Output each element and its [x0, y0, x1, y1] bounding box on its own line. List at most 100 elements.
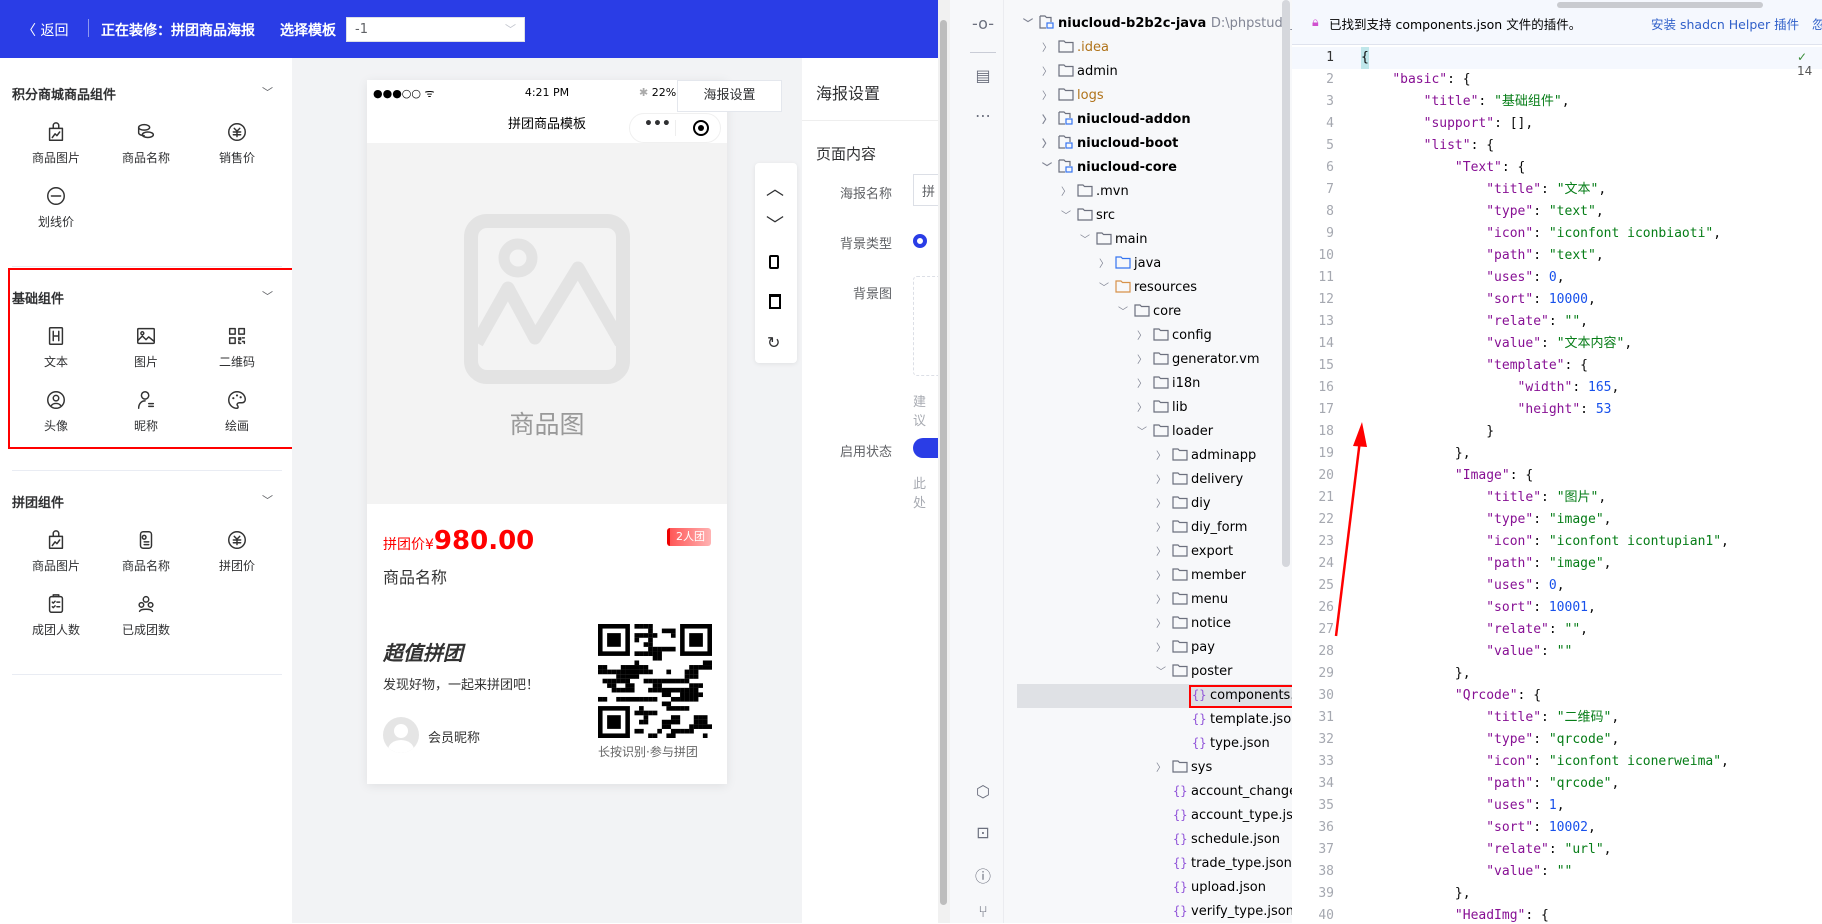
component-goods-name[interactable]: 商品名称	[106, 121, 186, 166]
code-line[interactable]: "type": "qrcode",	[1361, 729, 1619, 751]
tree-item[interactable]: {} verify_type.json	[1156, 900, 1292, 923]
tree-item[interactable]: ﹀ resources	[1099, 276, 1197, 300]
chevron-right-icon[interactable]: 〉	[1156, 757, 1172, 781]
chevron-right-icon[interactable]: 〉	[1156, 589, 1172, 613]
component-goods-image[interactable]: 商品图片	[16, 121, 96, 166]
tree-item[interactable]: 〉 delivery	[1156, 468, 1243, 492]
tree-item[interactable]: {} schedule.json	[1156, 828, 1280, 852]
install-plugin-link[interactable]: 安装 shadcn Helper 插件	[1651, 14, 1799, 33]
bg-image-upload[interactable]	[913, 276, 938, 376]
tree-item[interactable]: {} trade_type.json	[1156, 852, 1292, 876]
tree-item[interactable]: 〉 niucloud-addon	[1042, 108, 1191, 132]
chevron-down-icon[interactable]: ﹀	[1042, 157, 1058, 181]
chevron-right-icon[interactable]: 〉	[1156, 565, 1172, 589]
code-line[interactable]: "template": {	[1361, 355, 1588, 377]
tree-item[interactable]: ﹀ main	[1080, 228, 1147, 252]
component-goods-name2[interactable]: 商品名称	[106, 529, 186, 574]
bg-type-radio[interactable]	[913, 234, 927, 248]
chevron-right-icon[interactable]: 〉	[1156, 541, 1172, 565]
git-branch-icon[interactable]: ⑂	[972, 902, 994, 924]
chevron-right-icon[interactable]: 〉	[1099, 253, 1115, 277]
chevron-right-icon[interactable]: 〉	[1156, 637, 1172, 661]
chevron-right-icon[interactable]: 〉	[1061, 181, 1077, 205]
code-line[interactable]: "path": "image",	[1361, 553, 1611, 575]
code-line[interactable]: "value": ""	[1361, 861, 1572, 883]
tree-item[interactable]: 〉 menu	[1156, 588, 1228, 612]
chevron-right-icon[interactable]: 〉	[1042, 109, 1058, 133]
close-target-icon[interactable]	[693, 120, 709, 136]
code-line[interactable]: "icon": "iconfont iconbiaoti",	[1361, 223, 1721, 245]
chevron-right-icon[interactable]: 〉	[1156, 445, 1172, 469]
tree-item[interactable]: 〉 .mvn	[1061, 180, 1129, 204]
tree-item[interactable]: {} template.json	[1175, 708, 1292, 732]
tree-item[interactable]: 〉 diy_form	[1156, 516, 1247, 540]
component-price[interactable]: 拼团价	[197, 529, 277, 574]
chevron-right-icon[interactable]: 〉	[1137, 373, 1153, 397]
tree-item[interactable]: 〉 sys	[1156, 756, 1212, 780]
back-button[interactable]: 〈 返回	[22, 20, 68, 40]
code-line[interactable]: "title": "二维码",	[1361, 707, 1619, 729]
mini-program-capsule[interactable]: •••	[629, 113, 721, 143]
chevron-right-icon[interactable]: 〉	[1137, 349, 1153, 373]
chevron-right-icon[interactable]: 〉	[1156, 469, 1172, 493]
code-line[interactable]: "Qrcode": {	[1361, 685, 1541, 707]
code-line[interactable]: "type": "text",	[1361, 201, 1603, 223]
chevron-right-icon[interactable]: 〉	[1137, 325, 1153, 349]
editor-h-scrollbar[interactable]	[1557, 2, 1763, 8]
tree-scrollbar[interactable]	[1282, 0, 1290, 567]
code-line[interactable]: "list": {	[1361, 135, 1494, 157]
chevron-right-icon[interactable]: 〉	[1137, 397, 1153, 421]
chevron-right-icon[interactable]: 〉	[1042, 133, 1058, 157]
code-line[interactable]: "support": [],	[1361, 113, 1534, 135]
tree-item[interactable]: ﹀ poster	[1156, 660, 1232, 684]
code-line[interactable]: "icon": "iconfont icontupian1",	[1361, 531, 1729, 553]
code-line[interactable]: },	[1361, 883, 1471, 905]
chevron-down-icon[interactable]: ﹀	[262, 492, 273, 508]
tree-item[interactable]: 〉 logs	[1042, 84, 1104, 108]
code-line[interactable]: "value": ""	[1361, 641, 1572, 663]
structure-icon[interactable]: ▤	[972, 66, 994, 88]
code-line[interactable]: "type": "image",	[1361, 509, 1611, 531]
more-tools-icon[interactable]: ⋯	[972, 106, 994, 128]
tree-item[interactable]: ﹀ src	[1061, 204, 1115, 228]
tree-item[interactable]: ﹀ niucloud-b2b2c-java D:\phpstudy_pro\	[1023, 12, 1292, 36]
chevron-right-icon[interactable]: 〉	[1156, 493, 1172, 517]
code-line[interactable]: "sort": 10002,	[1361, 817, 1596, 839]
component-goods-image[interactable]: 商品图片	[16, 529, 96, 574]
copy-icon[interactable]	[769, 255, 779, 269]
chevron-down-icon[interactable]: ﹀	[1118, 301, 1134, 325]
tree-item[interactable]: 〉 member	[1156, 564, 1246, 588]
tree-item[interactable]: {} type.json	[1175, 732, 1270, 756]
code-line[interactable]: "height": 53	[1361, 399, 1612, 421]
tree-item[interactable]: 〉 generator.vm	[1137, 348, 1260, 372]
ignore-link[interactable]: 忽	[1812, 14, 1822, 33]
run-services-icon[interactable]: ⬡	[972, 782, 994, 804]
code-line[interactable]: {	[1361, 47, 1369, 69]
code-line[interactable]: "value": "文本内容",	[1361, 333, 1632, 355]
code-line[interactable]: "Image": {	[1361, 465, 1533, 487]
tree-item[interactable]: 〉 .idea	[1042, 36, 1109, 60]
code-line[interactable]: }	[1361, 421, 1494, 443]
problems-icon[interactable]: ⓘ	[972, 863, 994, 886]
code-line[interactable]: "title": "图片",	[1361, 487, 1606, 509]
code-line[interactable]: "uses": 1,	[1361, 795, 1564, 817]
chevron-right-icon[interactable]: 〉	[1042, 61, 1058, 85]
code-line[interactable]: "uses": 0,	[1361, 267, 1564, 289]
move-down-icon[interactable]: ﹀	[766, 211, 784, 237]
code-line[interactable]: "uses": 0,	[1361, 575, 1564, 597]
poster-settings-button[interactable]: 海报设置	[677, 80, 782, 112]
page-scrollbar[interactable]	[938, 0, 950, 923]
more-dots-icon[interactable]: •••	[644, 116, 671, 132]
tree-item[interactable]: 〉 i18n	[1137, 372, 1200, 396]
chevron-right-icon[interactable]: 〉	[1042, 85, 1058, 109]
chevron-down-icon[interactable]: ﹀	[1023, 13, 1039, 37]
code-line[interactable]: "width": 165,	[1361, 377, 1620, 399]
component-group-size[interactable]: 成团人数	[16, 593, 96, 638]
code-line[interactable]: "icon": "iconfont iconerweima",	[1361, 751, 1729, 773]
chevron-down-icon[interactable]: ﹀	[1061, 205, 1077, 229]
tree-item[interactable]: 〉 java	[1099, 252, 1161, 276]
terminal-icon[interactable]: ⊡	[972, 823, 994, 845]
chevron-down-icon[interactable]: ﹀	[262, 84, 273, 100]
code-line[interactable]: "basic": {	[1361, 69, 1470, 91]
tree-item[interactable]: ﹀ loader	[1137, 420, 1213, 444]
